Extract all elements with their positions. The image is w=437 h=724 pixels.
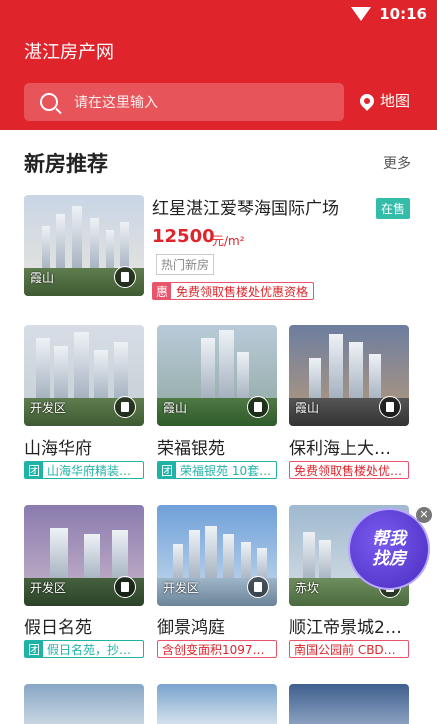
tag-text: 荣福银苑 10套…	[180, 463, 272, 478]
app-title: 湛江房产网	[24, 42, 114, 63]
tag-text: 山海华府精装…	[47, 463, 132, 478]
listing-thumbnail[interactable]: 开发区	[24, 325, 144, 426]
area-label: 赤坎	[295, 581, 320, 595]
listing-tag[interactable]: 南国公园前 CBD商…	[289, 640, 409, 658]
listing-name[interactable]: 顺江帝景城2…	[289, 613, 402, 638]
helper-line1: 帮我	[372, 529, 406, 549]
listing-tag[interactable]: 团 山海华府精装…	[24, 461, 144, 479]
listing-tag[interactable]: 免费领取售楼处优…	[289, 461, 409, 479]
listing-tag[interactable]: 团 假日名苑，抄…	[24, 640, 144, 658]
listing-thumbnail[interactable]	[289, 684, 409, 724]
promo-text: 免费领取售楼处优惠资格	[176, 284, 309, 299]
tag-badge: 团	[158, 462, 177, 478]
status-bar: 10:16	[351, 4, 427, 24]
map-button[interactable]: 地图	[357, 90, 411, 111]
listing-thumbnail[interactable]: 开发区	[24, 505, 144, 606]
app-header: 10:16 湛江房产网 请在这里输入 地图	[0, 0, 437, 130]
vr-icon	[114, 396, 136, 418]
section-title: 新房推荐	[24, 152, 108, 176]
listing-name[interactable]: 保利海上大…	[289, 434, 391, 459]
listing-thumbnail[interactable]: 霞山	[157, 325, 277, 426]
featured-name[interactable]: 红星湛江爱琴海国际广场	[152, 194, 339, 219]
vr-icon	[247, 576, 269, 598]
vr-icon	[247, 396, 269, 418]
tag-badge: 团	[25, 641, 44, 657]
map-label: 地图	[380, 92, 411, 110]
vr-icon	[114, 576, 136, 598]
listing-thumbnail[interactable]: 霞山	[289, 325, 409, 426]
promo-badge: 惠	[153, 283, 172, 299]
wifi-icon	[351, 7, 372, 21]
listing-name[interactable]: 假日名苑	[24, 613, 92, 638]
listing-thumbnail[interactable]: 开发区	[157, 505, 277, 606]
featured-tag: 热门新房	[156, 254, 215, 275]
tag-text: 含创变面积10975…	[162, 642, 273, 657]
area-label: 开发区	[30, 581, 67, 595]
listing-tag[interactable]: 团 荣福银苑 10套…	[157, 461, 277, 479]
vr-icon	[114, 266, 136, 288]
status-time: 10:16	[379, 5, 427, 23]
area-label: 霞山	[295, 401, 320, 415]
featured-thumbnail[interactable]: 霞山	[24, 195, 144, 296]
status-badge: 在售	[376, 198, 411, 219]
area-label: 开发区	[163, 581, 200, 595]
listing-name[interactable]: 山海华府	[24, 434, 92, 459]
featured-price: 12500	[152, 226, 215, 247]
listing-name[interactable]: 御景鸿庭	[157, 613, 225, 638]
area-label: 开发区	[30, 401, 67, 415]
area-label: 霞山	[30, 271, 55, 285]
vr-icon	[379, 396, 401, 418]
tag-badge: 团	[25, 462, 44, 478]
location-pin-icon	[357, 90, 377, 111]
price-unit: 元/m²	[212, 234, 245, 248]
promo-tag[interactable]: 惠 免费领取售楼处优惠资格	[152, 282, 315, 300]
listing-thumbnail[interactable]	[157, 684, 277, 724]
search-input[interactable]: 请在这里输入	[24, 83, 344, 121]
tag-text: 免费领取售楼处优…	[294, 463, 403, 478]
listing-tag[interactable]: 含创变面积10975…	[157, 640, 277, 658]
listing-name[interactable]: 荣福银苑	[157, 434, 225, 459]
tag-text: 假日名苑，抄…	[47, 642, 132, 657]
helper-line2: 找房	[372, 549, 406, 569]
search-placeholder: 请在这里输入	[74, 95, 158, 111]
listing-thumbnail[interactable]	[24, 684, 144, 724]
tag-text: 南国公园前 CBD商…	[294, 642, 408, 657]
close-icon[interactable]: ✕	[416, 507, 432, 523]
area-label: 霞山	[163, 401, 188, 415]
search-icon	[40, 93, 58, 111]
more-link[interactable]: 更多	[383, 153, 411, 173]
